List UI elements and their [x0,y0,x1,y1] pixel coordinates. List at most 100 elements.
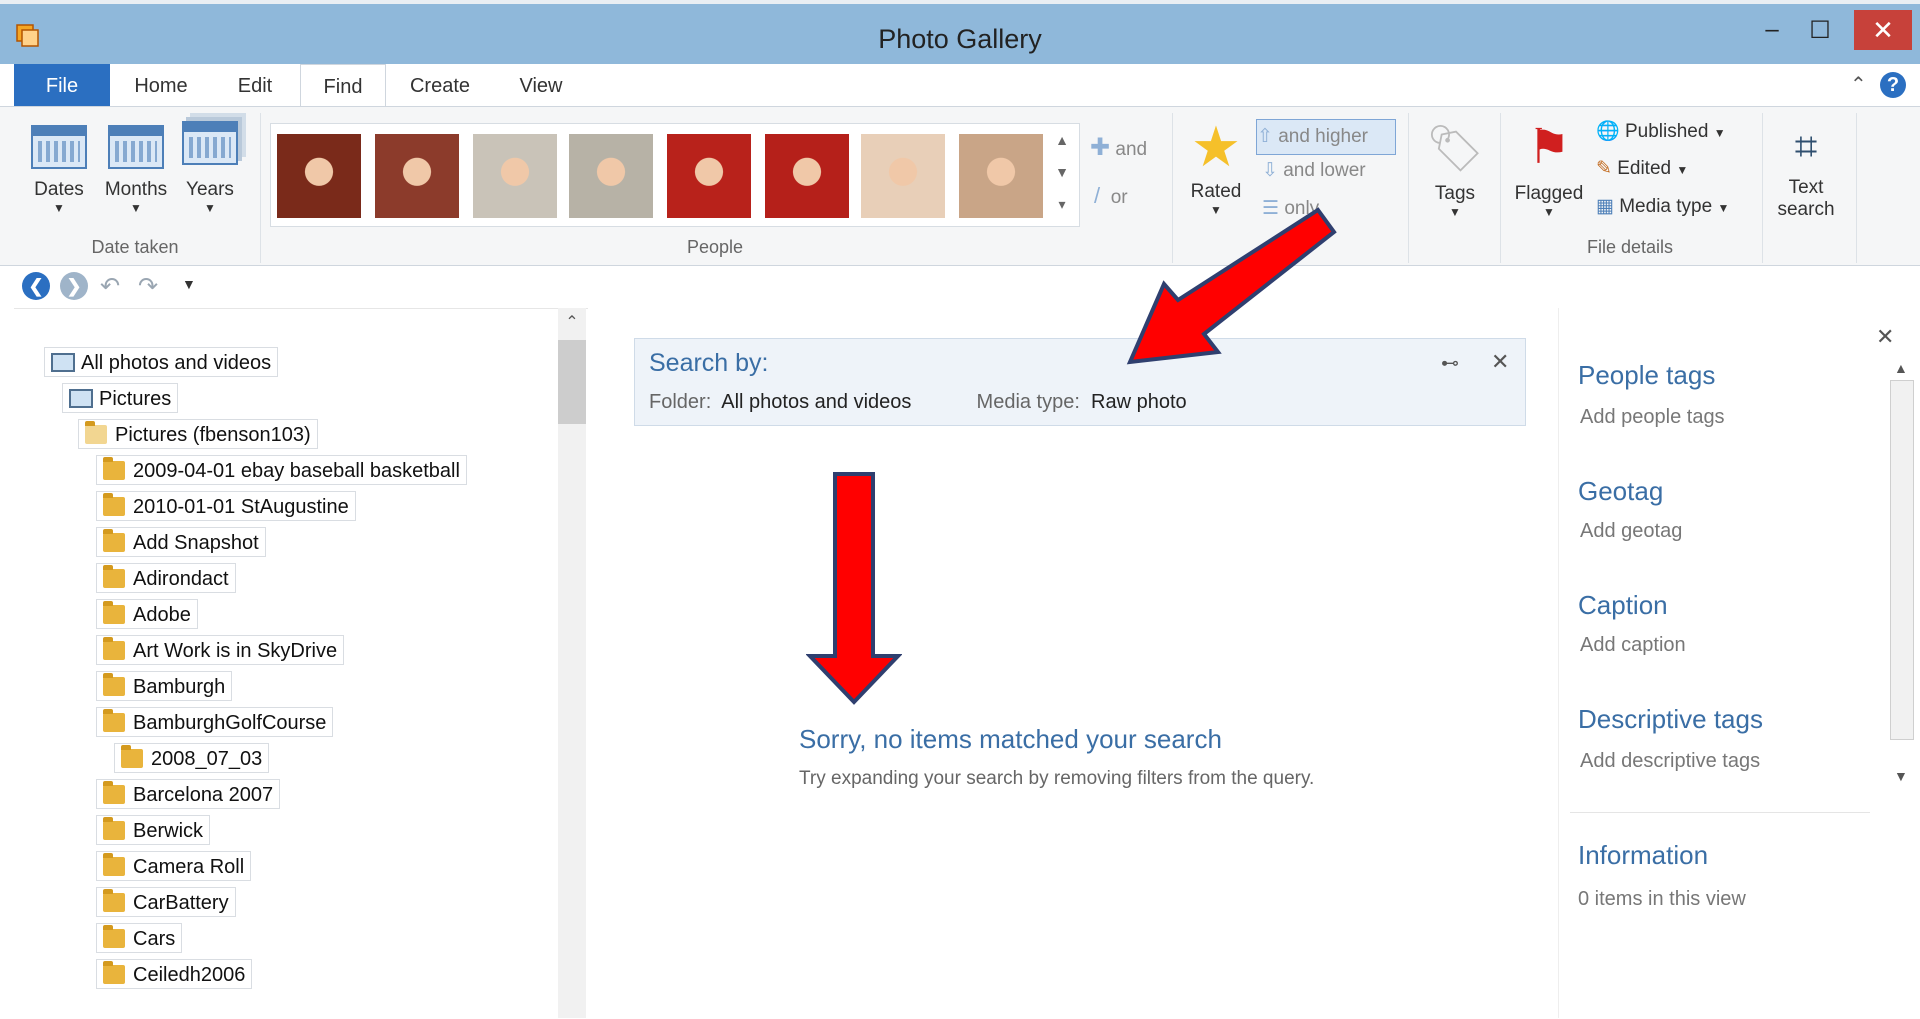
tree-item-folder[interactable]: Adirondact [96,563,236,593]
person-thumbnail[interactable] [277,134,361,218]
ribbon-separator [1856,113,1857,263]
calendar-icon [31,125,87,169]
calendar-stack-icon [182,121,238,165]
published-button[interactable]: 🌐 Published ▼ [1596,119,1726,143]
flag-icon: ⚑ [1527,121,1571,174]
dates-button[interactable]: Dates ▼ [26,125,92,215]
people-gallery: ▲ ▼ ▾ [270,123,1080,227]
window-title: Photo Gallery [878,24,1042,54]
search-criteria: Folder: All photos and videos Media type… [649,391,1187,413]
tree-item-folder[interactable]: 2010-01-01 StAugustine [96,491,356,521]
folder-icon [103,529,125,552]
tree-item-folder[interactable]: Berwick [96,815,211,845]
tree-item-folder[interactable]: Ceiledh2006 [96,959,253,989]
tree-scrollbar-thumb[interactable] [558,340,586,424]
person-thumbnail[interactable] [667,134,751,218]
months-button[interactable]: Months ▼ [100,125,172,215]
folder-icon [103,457,125,480]
caption-heading: Caption [1578,590,1668,620]
close-search-icon[interactable]: ✕ [1491,349,1509,375]
pane-scroll-down-icon[interactable]: ▼ [1894,768,1908,784]
ribbon-separator [1762,113,1763,263]
minimize-button[interactable]: – [1752,10,1792,50]
quick-access-toolbar: ❮ ❯ ↶ ↷ ▼ [0,266,1920,308]
collapse-ribbon-icon[interactable]: ⌃ [1850,72,1867,97]
tree-item-pictures-fbenson103[interactable]: Pictures (fbenson103) [78,419,318,449]
tag-icon: 🏷 [1425,122,1485,174]
tree-item-pictures[interactable]: Pictures [62,383,179,413]
person-thumbnail[interactable] [473,134,557,218]
tree-item-folder[interactable]: Cars [96,923,183,953]
maximize-button[interactable]: ☐ [1800,10,1840,50]
tags-button[interactable]: 🏷 Tags ▼ [1420,117,1490,219]
folder-icon [85,421,107,444]
tree-item-folder[interactable]: Camera Roll [96,851,252,881]
tree-item-folder[interactable]: Adobe [96,599,198,629]
close-window-button[interactable]: ✕ [1854,10,1912,50]
help-icon[interactable]: ? [1880,72,1906,98]
chevron-down-icon: ▼ [130,201,142,215]
chevron-down-icon: ▼ [204,201,216,215]
tree-item-folder[interactable]: Add Snapshot [96,527,266,557]
person-thumbnail[interactable] [861,134,945,218]
tree-item-folder[interactable]: CarBattery [96,887,236,917]
library-icon [51,353,75,372]
flagged-button[interactable]: ⚑ Flagged ▼ [1508,117,1590,219]
media-type-criterion[interactable]: Raw photo [1091,391,1187,413]
person-thumbnail[interactable] [375,134,459,218]
add-people-tags-link[interactable]: Add people tags [1580,406,1725,429]
folder-icon [103,781,125,804]
years-button[interactable]: Years ▼ [178,121,242,215]
annotation-arrow-diagonal [1126,207,1337,365]
pictures-icon [69,389,93,408]
chevron-down-icon: ▼ [1543,205,1555,219]
people-and-button[interactable]: ✚ and [1090,133,1147,162]
text-search-label-line1: Text [1788,177,1824,198]
person-thumbnail[interactable] [765,134,849,218]
tags-label: Tags [1434,183,1476,204]
pane-scroll-up-icon[interactable]: ▲ [1894,360,1908,376]
and-higher-button[interactable]: ⇧ and higher [1256,119,1396,155]
people-gallery-scroll[interactable]: ▲ ▼ ▾ [1047,124,1077,224]
tab-create[interactable]: Create [400,64,480,108]
tab-view[interactable]: View [508,64,574,108]
search-by-panel: Search by: Folder: All photos and videos… [634,338,1526,426]
person-thumbnail[interactable] [959,134,1043,218]
text-search-button[interactable]: ⌗ Text search [1770,117,1842,221]
tree-item-folder[interactable]: Art Work is in SkyDrive [96,635,345,665]
pane-scrollbar[interactable] [1890,380,1914,740]
forward-button[interactable]: ❯ [60,272,88,300]
scroll-up-icon[interactable]: ⌃ [558,312,586,332]
folder-icon [121,745,143,768]
tab-home[interactable]: Home [120,64,202,108]
descriptive-tags-heading: Descriptive tags [1578,704,1763,734]
close-pane-icon[interactable]: ✕ [1876,324,1894,350]
folder-icon [103,601,125,624]
add-descriptive-tags-link[interactable]: Add descriptive tags [1580,750,1760,773]
customize-toolbar-icon[interactable]: ▼ [182,276,196,292]
tab-find[interactable]: Find [300,64,386,109]
tree-item-folder[interactable]: 2009-04-01 ebay baseball basketball [96,455,467,485]
and-lower-button[interactable]: ⇩ and lower [1262,159,1366,182]
tree-item-folder[interactable]: 2008_07_03 [114,743,270,773]
tab-file[interactable]: File [14,64,110,108]
ribbon: Dates ▼ Months ▼ Years ▼ Date taken ▲ ▼ ▾ … [0,106,1920,266]
no-results-subtitle: Try expanding your search by removing fi… [799,768,1315,789]
folder-criterion[interactable]: All photos and videos [721,391,911,413]
media-type-button[interactable]: ▦ Media type ▼ [1596,195,1729,218]
edited-button[interactable]: ✎ Edited ▼ [1596,157,1688,180]
group-label-date-taken: Date taken [91,237,179,257]
redo-icon[interactable]: ↷ [138,272,158,301]
tree-item-folder[interactable]: Bamburgh [96,671,233,701]
back-button[interactable]: ❮ [22,272,50,300]
group-label-file-details: File details [1586,237,1674,257]
person-thumbnail[interactable] [569,134,653,218]
pin-icon[interactable]: ⊷ [1441,353,1459,374]
tree-item-all-photos[interactable]: All photos and videos [44,347,279,377]
tab-edit[interactable]: Edit [218,64,292,108]
add-geotag-link[interactable]: Add geotag [1580,520,1682,543]
tree-item-folder[interactable]: Barcelona 2007 [96,779,281,809]
undo-icon[interactable]: ↶ [100,272,120,301]
tree-item-folder[interactable]: BamburghGolfCourse [96,707,334,737]
add-caption-link[interactable]: Add caption [1580,634,1686,657]
